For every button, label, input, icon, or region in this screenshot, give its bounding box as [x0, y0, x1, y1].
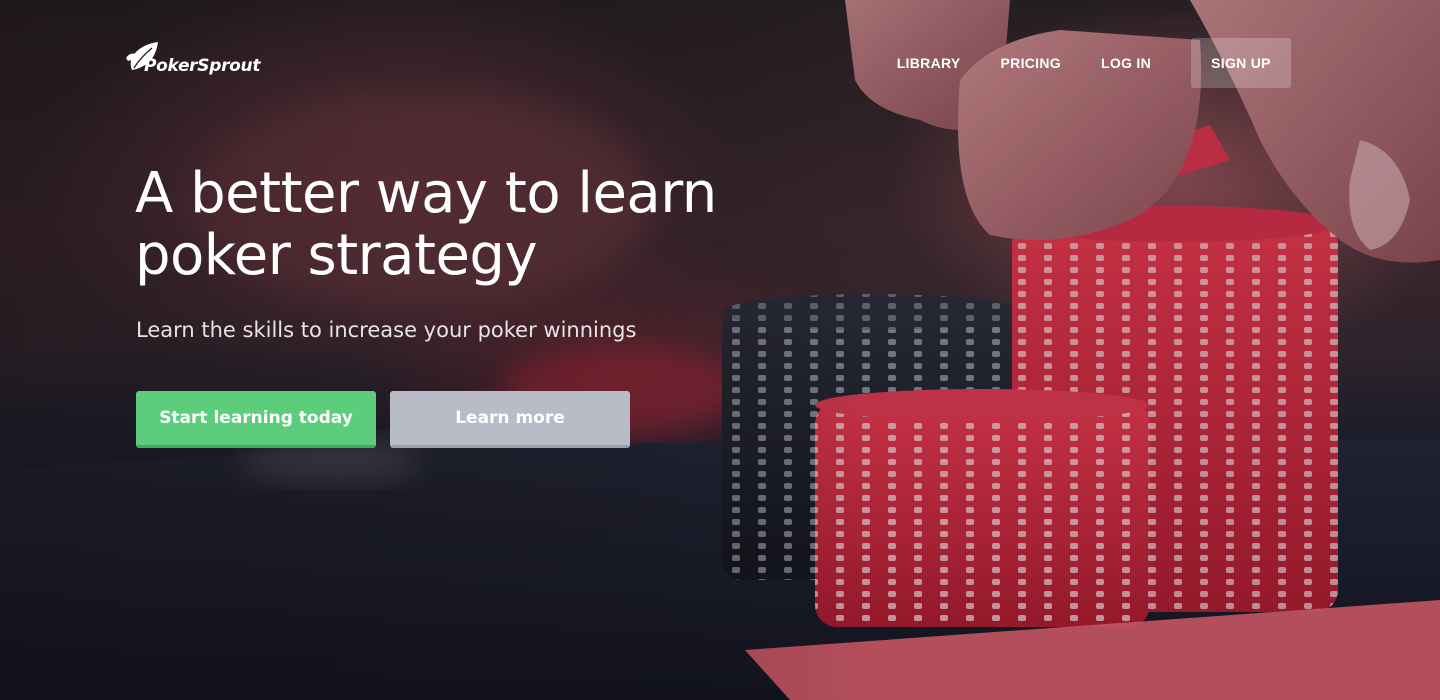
hero-headline: A better way to learn poker strategy	[135, 163, 855, 287]
brand-logo[interactable]: PokerSprout	[124, 40, 261, 76]
brand-name: PokerSprout	[144, 56, 261, 76]
signup-button[interactable]: SIGN UP	[1191, 38, 1291, 88]
top-nav: LIBRARY PRICING LOG IN SIGN UP	[897, 38, 1291, 88]
learn-more-button[interactable]: Learn more	[390, 391, 630, 448]
hero-headline-line2: poker strategy	[135, 223, 538, 288]
nav-library-link[interactable]: LIBRARY	[897, 39, 961, 87]
hero-overlay	[0, 0, 1440, 700]
nav-login-link[interactable]: LOG IN	[1101, 39, 1151, 87]
nav-pricing-link[interactable]: PRICING	[1001, 39, 1061, 87]
hero-subheadline: Learn the skills to increase your poker …	[136, 318, 637, 342]
hero-headline-line1: A better way to learn	[135, 161, 717, 226]
start-learning-button[interactable]: Start learning today	[136, 391, 376, 448]
hero-section: PokerSprout LIBRARY PRICING LOG IN SIGN …	[0, 0, 1440, 700]
